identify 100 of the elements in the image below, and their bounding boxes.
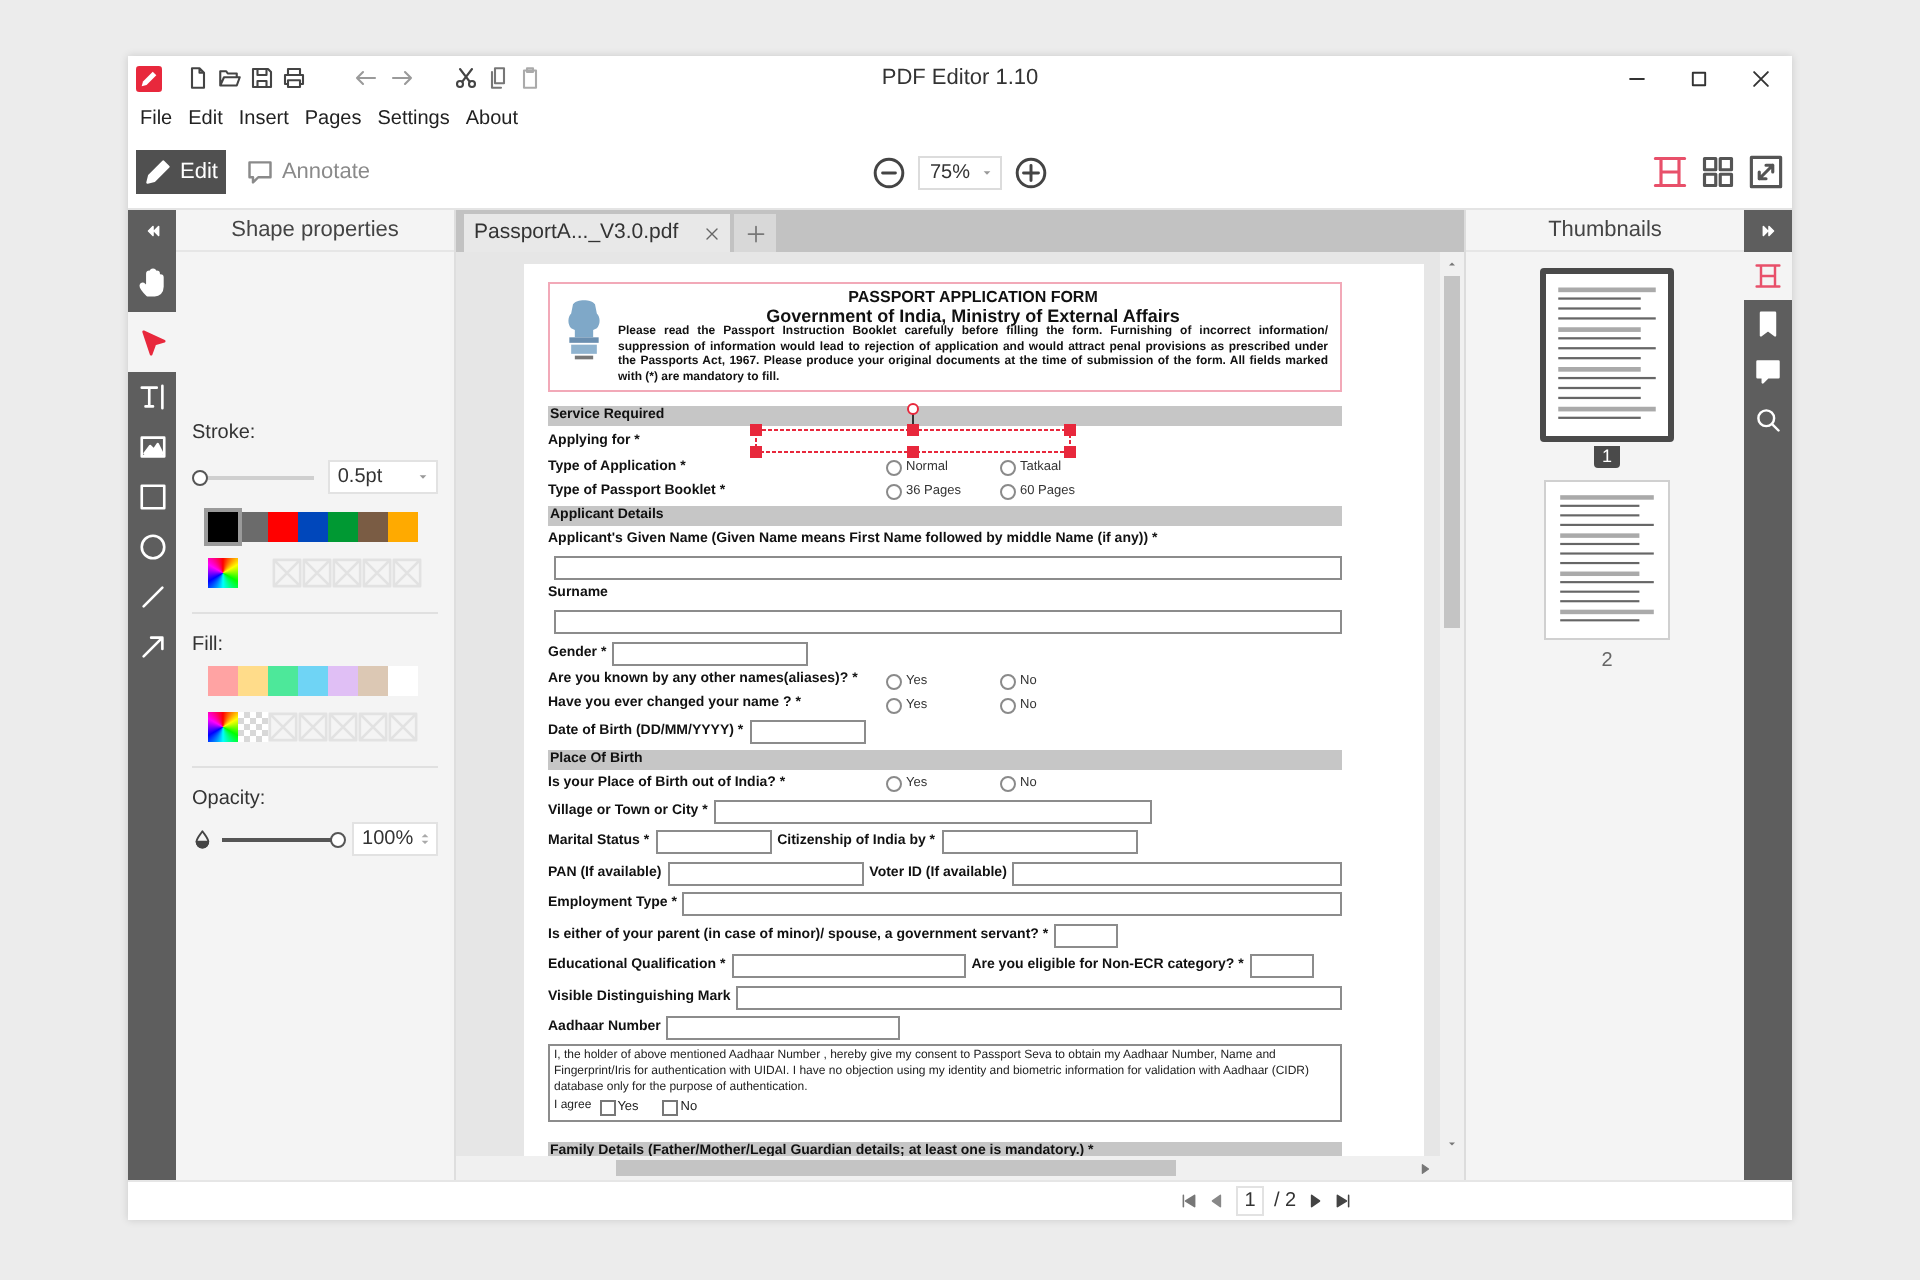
zoom-out-icon[interactable] (872, 155, 906, 189)
color-swatch[interactable] (328, 512, 358, 542)
menu-item[interactable]: Edit (188, 103, 223, 133)
zoom-dropdown[interactable]: 75% (918, 155, 1002, 189)
checkbox[interactable] (599, 1099, 616, 1116)
color-swatch[interactable] (328, 666, 358, 696)
rectangle-icon (137, 482, 167, 512)
text-field[interactable] (749, 720, 866, 745)
menu-item[interactable]: Pages (304, 103, 362, 133)
form-subtitle: Government of India, Ministry of External Affairs (766, 306, 1180, 326)
text-field[interactable] (655, 830, 772, 855)
menu-item[interactable]: Insert (238, 103, 289, 133)
color-swatch[interactable] (208, 512, 238, 542)
radio-button[interactable] (1000, 776, 1016, 792)
text-field[interactable] (731, 954, 966, 979)
scrollbar-thumb[interactable] (616, 1160, 1176, 1176)
radio-button[interactable] (1000, 460, 1016, 476)
text-field[interactable] (736, 985, 1342, 1010)
color-swatch[interactable] (358, 512, 388, 542)
plus-icon (745, 223, 765, 243)
droplet-icon (192, 828, 213, 850)
mode-button[interactable]: Edit (136, 150, 226, 194)
undo-icon[interactable] (354, 66, 378, 90)
redo-icon[interactable] (390, 66, 414, 90)
double-caret-icon (143, 222, 161, 240)
next-page-icon[interactable] (1306, 1192, 1325, 1210)
radio-button[interactable] (886, 776, 902, 792)
folder-icon[interactable] (218, 66, 242, 90)
save-icon[interactable] (250, 66, 274, 90)
radio-button[interactable] (886, 460, 902, 476)
shape-selection-frame[interactable] (748, 402, 1078, 458)
hand-icon (137, 267, 167, 297)
page-thumbnail[interactable] (1540, 268, 1674, 442)
text-field[interactable] (682, 892, 1342, 917)
checkbox[interactable] (662, 1099, 679, 1116)
menu-item[interactable]: About (465, 103, 519, 133)
menu-item[interactable]: File (140, 103, 173, 133)
transparent-swatch[interactable] (238, 712, 268, 742)
color-swatch[interactable] (388, 512, 418, 542)
continuous-pages-icon[interactable] (1652, 154, 1688, 190)
text-field[interactable] (713, 799, 1152, 824)
double-caret-icon (1759, 222, 1777, 240)
app-logo-icon (136, 65, 162, 91)
color-picker-icon[interactable] (208, 558, 238, 588)
scroll-right-icon[interactable] (1418, 1161, 1432, 1175)
sidebar-tool-button[interactable] (1744, 252, 1792, 300)
clipboard-icon[interactable] (518, 66, 542, 90)
radio-button[interactable] (886, 484, 902, 500)
last-page-icon[interactable] (1334, 1192, 1353, 1210)
radio-button[interactable] (886, 673, 902, 689)
radio-button[interactable] (886, 697, 902, 713)
maximize-icon[interactable] (1688, 67, 1710, 89)
fill-label: Fill: (192, 632, 226, 660)
text-field[interactable] (612, 641, 809, 666)
color-swatch[interactable] (388, 666, 418, 696)
text-field[interactable] (1012, 861, 1342, 886)
copy-icon[interactable] (486, 66, 510, 90)
radio-button[interactable] (1000, 673, 1016, 689)
text-field[interactable] (554, 555, 1342, 580)
print-icon[interactable] (282, 66, 306, 90)
menu-item[interactable]: Settings (377, 103, 450, 133)
text-field[interactable] (666, 1016, 901, 1041)
page-number-field[interactable]: 1 (1236, 1186, 1264, 1216)
color-swatch[interactable] (208, 666, 238, 696)
color-swatch[interactable] (268, 666, 298, 696)
close-icon[interactable] (1750, 67, 1772, 89)
color-swatch[interactable] (268, 512, 298, 542)
scrollbar-thumb[interactable] (1444, 276, 1460, 628)
new-tab-button[interactable] (734, 214, 776, 252)
line-icon (137, 582, 167, 612)
opacity-slider[interactable] (218, 829, 341, 849)
color-swatch[interactable] (238, 666, 268, 696)
first-page-icon[interactable] (1180, 1192, 1198, 1210)
tool-button[interactable] (128, 312, 176, 372)
radio-button[interactable] (1000, 484, 1016, 500)
horizontal-scrollbar[interactable] (456, 1156, 1464, 1180)
text-field[interactable] (1249, 954, 1314, 979)
zoom-in-icon[interactable] (1014, 155, 1048, 189)
continuous-pages-icon (1754, 262, 1782, 290)
color-picker-icon[interactable] (208, 712, 238, 742)
page-number-label: 1 (1593, 446, 1620, 468)
fullscreen-icon[interactable] (1748, 154, 1784, 190)
previous-page-icon[interactable] (1208, 1192, 1226, 1210)
vertical-scrollbar[interactable] (1440, 252, 1464, 1156)
opacity-field[interactable]: 100% (352, 822, 439, 856)
text-field[interactable] (941, 830, 1138, 855)
radio-button[interactable] (1000, 697, 1016, 713)
text-field[interactable] (667, 861, 864, 886)
stroke-slider[interactable] (192, 467, 318, 487)
scissors-icon[interactable] (454, 66, 478, 90)
color-swatch[interactable] (358, 666, 388, 696)
circle-icon (137, 532, 167, 562)
new-file-icon[interactable] (186, 66, 210, 90)
stroke-width-dropdown[interactable]: 0.5pt (327, 460, 438, 494)
color-swatch[interactable] (298, 512, 328, 542)
page-grid-icon[interactable] (1700, 154, 1736, 190)
text-field[interactable] (1054, 923, 1119, 948)
color-swatch[interactable] (298, 666, 328, 696)
document-tab[interactable]: PassportA..._V3.0.pdf (464, 214, 730, 252)
text-field[interactable] (554, 610, 1342, 635)
